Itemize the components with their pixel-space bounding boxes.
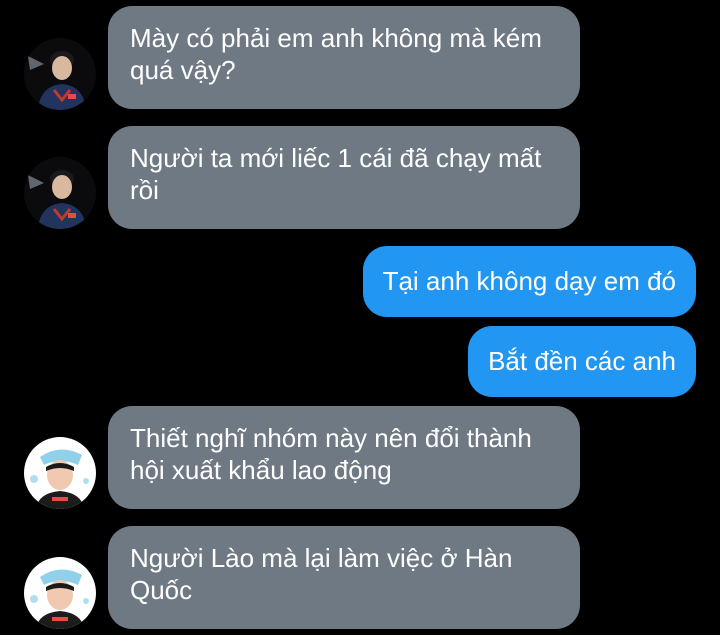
message-text: Mày có phải em anh không mà kém quá vậy? [130, 23, 542, 85]
outgoing-message-bubble[interactable]: Tại anh không dạy em đó [362, 246, 696, 317]
player-avatar-dark-icon [24, 38, 96, 110]
message-text: Tại anh không dạy em đó [382, 266, 676, 296]
sender-avatar[interactable] [24, 437, 96, 509]
incoming-message-bubble[interactable]: Người Lào mà lại làm việc ở Hàn Quốc [108, 526, 580, 629]
message-text: Người ta mới liếc 1 cái đã chạy mất rồi [130, 143, 542, 205]
sender-avatar[interactable] [24, 38, 96, 110]
message-text: Bắt đền các anh [488, 346, 676, 376]
chat-thread: Mày có phải em anh không mà kém quá vậy?… [0, 0, 720, 635]
message-text: Người Lào mà lại làm việc ở Hàn Quốc [130, 543, 513, 605]
sender-avatar[interactable] [24, 157, 96, 229]
incoming-message-bubble[interactable]: Thiết nghĩ nhóm này nên đổi thành hội xu… [108, 406, 580, 509]
player-avatar-light-icon [24, 557, 96, 629]
message-text: Thiết nghĩ nhóm này nên đổi thành hội xu… [130, 423, 532, 485]
incoming-message-bubble[interactable]: Người ta mới liếc 1 cái đã chạy mất rồi [108, 126, 580, 229]
outgoing-message-bubble[interactable]: Bắt đền các anh [468, 326, 696, 397]
sender-avatar[interactable] [24, 557, 96, 629]
player-avatar-light-icon [24, 437, 96, 509]
incoming-message-bubble[interactable]: Mày có phải em anh không mà kém quá vậy? [108, 6, 580, 109]
player-avatar-dark-icon [24, 157, 96, 229]
